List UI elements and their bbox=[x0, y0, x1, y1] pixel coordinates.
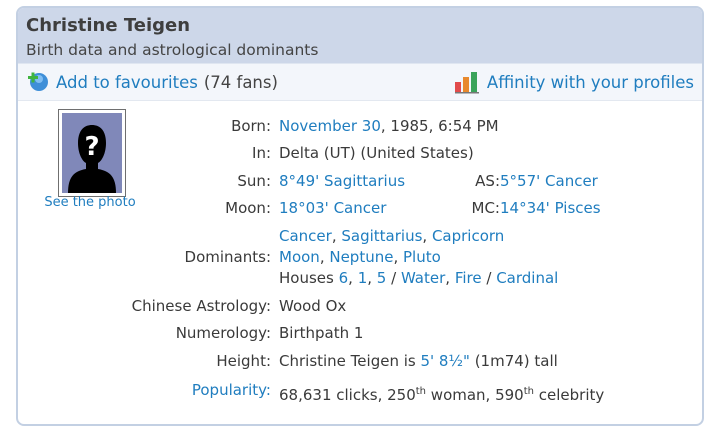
mc-label: MC: bbox=[471, 199, 500, 217]
dominant-planets: Moon, Neptune, Pluto bbox=[279, 248, 441, 266]
dominant-sign-link[interactable]: Capricorn bbox=[432, 227, 504, 245]
dominant-house-link[interactable]: 1 bbox=[358, 269, 368, 287]
fans-count: (74 fans) bbox=[203, 72, 278, 92]
popularity-value: 68,631 clicks, 250th woman, 590th celebr… bbox=[279, 386, 605, 404]
in-label: In: bbox=[252, 144, 271, 162]
as-value[interactable]: 5°57' Cancer bbox=[500, 171, 598, 191]
page-subtitle: Birth data and astrological dominants bbox=[26, 41, 319, 59]
as-label: AS: bbox=[475, 172, 500, 190]
profile-header: Christine Teigen Birth data and astrolog… bbox=[18, 8, 702, 63]
height-value: Christine Teigen is 5' 8½" (1m74) tall bbox=[279, 352, 558, 370]
height-link[interactable]: 5' 8½" bbox=[420, 352, 469, 370]
dominant-signs: Cancer, Sagittarius, Capricorn bbox=[279, 227, 505, 245]
dominant-planet-link[interactable]: Moon bbox=[279, 248, 320, 266]
add-favourite-icon[interactable] bbox=[26, 70, 50, 94]
dominant-mode-link[interactable]: Cardinal bbox=[496, 269, 558, 287]
moon-value[interactable]: 18°03' Cancer bbox=[279, 198, 386, 218]
born-label: Born: bbox=[231, 117, 271, 135]
add-favourites-action: Add to favourites (74 fans) bbox=[26, 70, 278, 94]
sun-label: Sun: bbox=[237, 172, 271, 190]
birthplace-value: Delta (UT) (United States) bbox=[279, 144, 474, 162]
affinity-action: Affinity with your profiles bbox=[453, 70, 694, 94]
sun-value[interactable]: 8°49' Sagittarius bbox=[279, 171, 405, 191]
chinese-astrology-label: Chinese Astrology: bbox=[131, 297, 271, 315]
dominant-sign-link[interactable]: Sagittarius bbox=[341, 227, 422, 245]
dominant-element-link[interactable]: Water bbox=[401, 269, 445, 287]
bar-chart-icon[interactable] bbox=[453, 70, 481, 94]
numerology-label: Numerology: bbox=[175, 324, 271, 342]
dominants-label: Dominants: bbox=[184, 248, 271, 266]
birth-date-link[interactable]: November 30 bbox=[279, 117, 381, 135]
dominant-house-link[interactable]: 6 bbox=[339, 269, 349, 287]
action-bar: Add to favourites (74 fans) Affinity wit… bbox=[18, 63, 702, 101]
dominant-element-link[interactable]: Fire bbox=[455, 269, 482, 287]
dominant-sign-link[interactable]: Cancer bbox=[279, 227, 332, 245]
moon-label: Moon: bbox=[225, 199, 271, 217]
height-label: Height: bbox=[216, 352, 271, 370]
affinity-link[interactable]: Affinity with your profiles bbox=[487, 73, 694, 92]
dominant-house-link[interactable]: 5 bbox=[377, 269, 387, 287]
dominant-planet-link[interactable]: Neptune bbox=[329, 248, 393, 266]
mc-value[interactable]: 14°34' Pisces bbox=[500, 198, 601, 218]
add-favourites-link[interactable]: Add to favourites bbox=[56, 73, 198, 92]
popularity-link[interactable]: Popularity: bbox=[71, 380, 271, 400]
numerology-value: Birthpath 1 bbox=[279, 324, 364, 342]
dominant-planet-link[interactable]: Pluto bbox=[403, 248, 441, 266]
chinese-astrology-value: Wood Ox bbox=[279, 297, 347, 315]
born-value: November 30, 1985, 6:54 PM bbox=[279, 117, 499, 135]
page-title: Christine Teigen bbox=[26, 15, 191, 36]
dominant-houses: Houses 6, 1, 5 / Water, Fire / Cardinal bbox=[279, 269, 559, 287]
